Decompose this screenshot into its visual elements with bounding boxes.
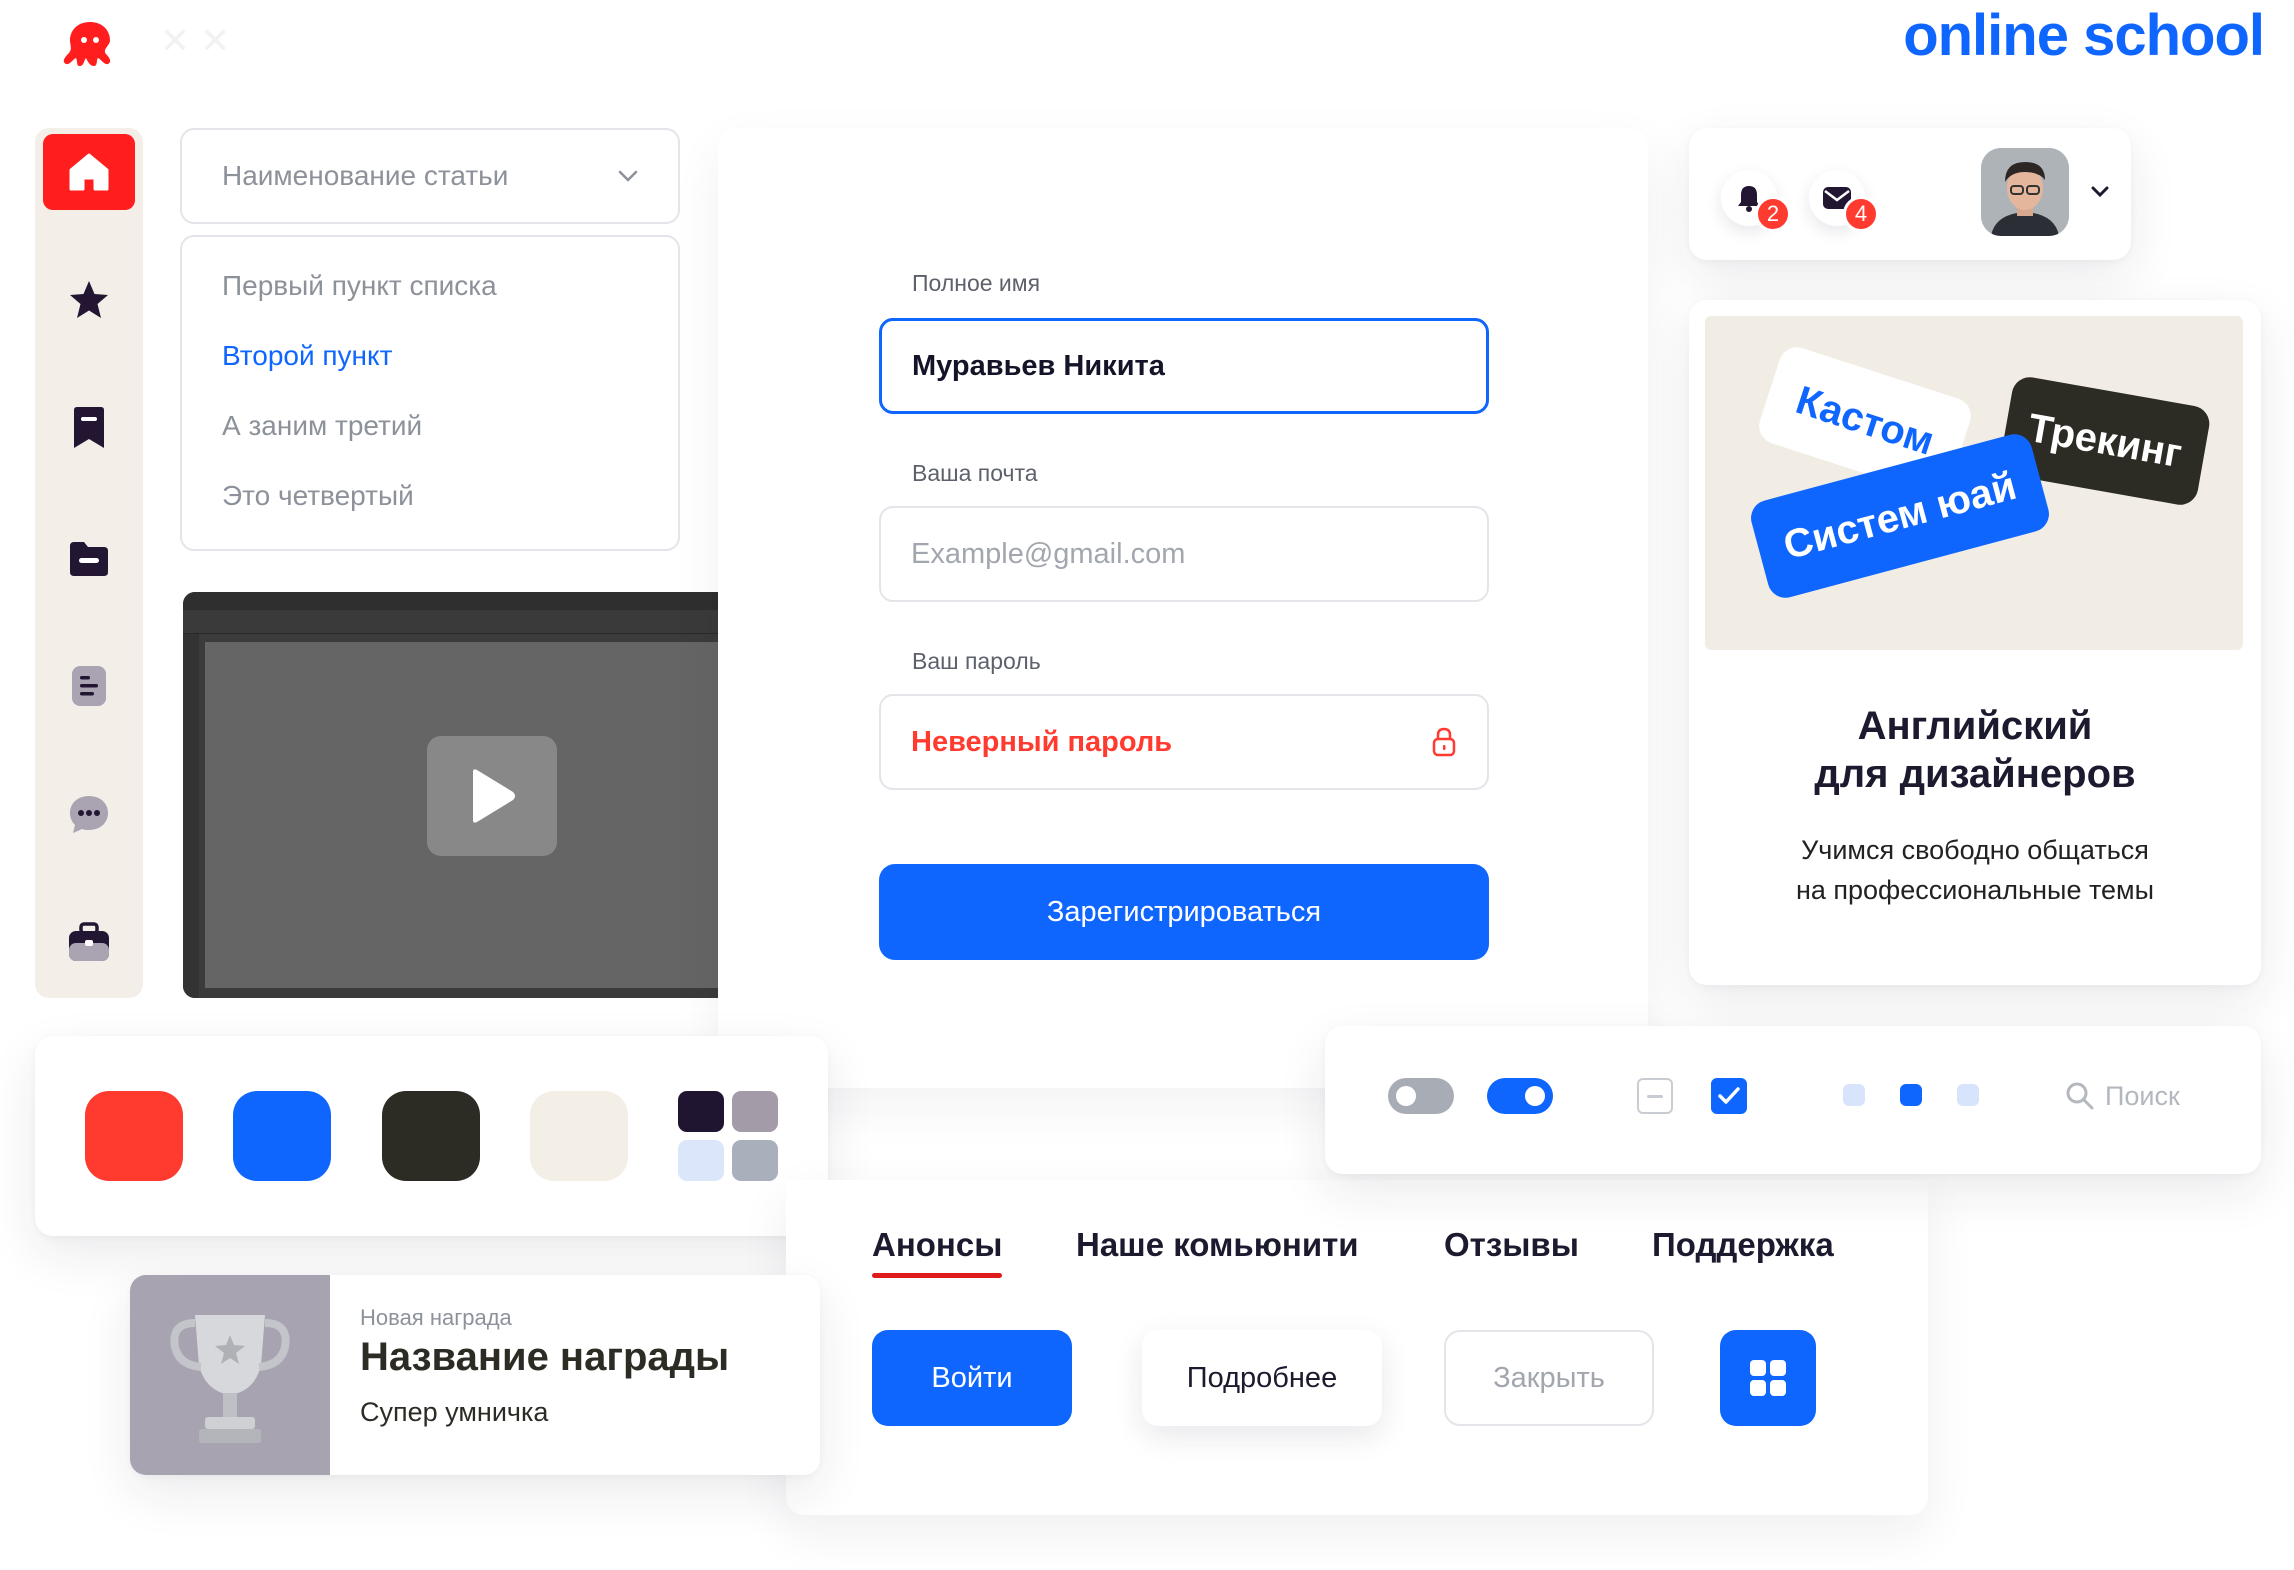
video-app-menubar	[183, 592, 797, 610]
mini-swatch	[678, 1091, 724, 1132]
search-field[interactable]: Поиск	[2065, 1076, 2180, 1116]
search-placeholder: Поиск	[2105, 1080, 2180, 1111]
chevron-down-icon	[618, 170, 638, 182]
toggle-knob	[1525, 1086, 1545, 1106]
email-input[interactable]: Example@gmail.com	[879, 506, 1489, 602]
full-name-input[interactable]: Муравьев Никита	[879, 318, 1489, 414]
indeterminate-mark	[1647, 1095, 1663, 1098]
course-card[interactable]: Кастом Трекинг Систем юай Английский для…	[1689, 300, 2261, 985]
tab-announcements[interactable]: Анонсы	[872, 1226, 1003, 1278]
chevron-down-icon[interactable]	[2091, 186, 2109, 198]
briefcase-icon	[69, 922, 109, 961]
trophy-icon	[170, 1315, 290, 1443]
user-header-card: 2 4	[1689, 128, 2131, 260]
sidebar-item-favorites[interactable]	[43, 262, 135, 338]
check-icon	[1718, 1087, 1740, 1104]
toggle-off[interactable]	[1388, 1078, 1454, 1114]
chat-icon	[70, 796, 108, 833]
sidebar-item-home[interactable]	[43, 134, 135, 210]
toggle-on[interactable]	[1487, 1078, 1553, 1114]
password-error-text: Неверный пароль	[911, 725, 1173, 758]
play-button[interactable]	[427, 736, 557, 856]
award-subtitle: Супер умничка	[360, 1397, 549, 1427]
tab-support[interactable]: Поддержка	[1652, 1226, 1834, 1264]
sidebar-item-bookmarks[interactable]	[43, 390, 135, 466]
pagination-dot-active[interactable]	[1900, 1084, 1922, 1106]
mini-swatch	[732, 1091, 778, 1132]
home-icon	[69, 153, 109, 191]
search-icon	[2066, 1082, 2094, 1110]
pagination-dot[interactable]	[1957, 1084, 1979, 1106]
article-select-options: Первый пункт списка Второй пункт А заним…	[180, 235, 680, 551]
email-placeholder: Example@gmail.com	[911, 537, 1186, 570]
full-name-label: Полное имя	[912, 270, 1041, 296]
article-select-placeholder: Наименование статьи	[222, 160, 509, 191]
video-player[interactable]	[183, 592, 797, 998]
login-button[interactable]: Войти	[872, 1330, 1072, 1426]
dropdown-option[interactable]: Это четвертый	[222, 473, 638, 543]
tab-reviews[interactable]: Отзывы	[1444, 1226, 1579, 1264]
sidebar-item-portfolio[interactable]	[43, 904, 135, 980]
dropdown-option-selected[interactable]: Второй пункт	[222, 333, 638, 403]
checkbox-indeterminate[interactable]	[1637, 1078, 1673, 1114]
swatch-dark[interactable]	[382, 1091, 480, 1181]
video-app-tools	[183, 634, 199, 998]
sidebar-item-chat[interactable]	[43, 776, 135, 852]
sidebar-item-folders[interactable]	[43, 520, 135, 596]
notifications-badge: 2	[1755, 196, 1791, 232]
award-card[interactable]: Новая награда Название награды Супер умн…	[130, 1275, 820, 1475]
video-app-toolbar	[183, 610, 797, 634]
checkbox-checked[interactable]	[1711, 1078, 1747, 1114]
course-illustration: Кастом Трекинг Систем юай	[1705, 316, 2243, 650]
course-description: Учимся свободно общаться на профессионал…	[1795, 835, 2155, 905]
swatch-beige[interactable]	[530, 1091, 628, 1181]
lock-icon	[1432, 727, 1456, 757]
tab-community[interactable]: Наше комьюнити	[1076, 1226, 1359, 1264]
logo-icon	[58, 18, 122, 68]
swatch-grid[interactable]	[678, 1091, 778, 1181]
brand-name[interactable]: online school	[1903, 2, 2265, 69]
mini-swatch	[732, 1140, 778, 1181]
swatch-red[interactable]	[85, 1091, 183, 1181]
mini-swatch	[678, 1140, 724, 1181]
password-input[interactable]: Неверный пароль	[879, 694, 1489, 790]
dropdown-option[interactable]: А заним третий	[222, 403, 638, 473]
avatar[interactable]	[1981, 148, 2069, 236]
bookmark-icon	[74, 407, 104, 448]
more-button[interactable]: Подробнее	[1142, 1330, 1382, 1426]
color-palette-card	[35, 1036, 828, 1236]
password-label: Ваш пароль	[912, 648, 1041, 674]
email-label: Ваша почта	[912, 460, 1038, 486]
sidebar	[35, 128, 143, 998]
grid-icon	[1750, 1360, 1786, 1396]
close-button[interactable]: Закрыть	[1444, 1330, 1654, 1426]
swatch-blue[interactable]	[233, 1091, 331, 1181]
register-button[interactable]: Зарегистрироваться	[879, 864, 1489, 960]
course-title: Английский для дизайнеров	[1814, 704, 2136, 796]
toggle-knob	[1396, 1086, 1416, 1106]
award-title: Название награды	[360, 1335, 730, 1379]
dropdown-option[interactable]: Первый пункт списка	[222, 263, 638, 333]
octopus-logo-wordmark: ✕ ✕	[160, 20, 231, 61]
star-icon	[70, 281, 108, 318]
play-icon	[473, 769, 515, 823]
full-name-value: Муравьев Никита	[912, 349, 1165, 382]
controls-card: Поиск	[1325, 1026, 2261, 1174]
document-icon	[72, 666, 106, 706]
sidebar-item-documents[interactable]	[43, 648, 135, 724]
tabs-panel: Анонсы Наше комьюнити Отзывы Поддержка В…	[786, 1180, 1928, 1515]
folder-icon	[70, 542, 108, 576]
award-image	[130, 1275, 330, 1475]
messages-badge: 4	[1843, 196, 1879, 232]
article-select[interactable]: Наименование статьи	[180, 128, 680, 224]
pagination-dot[interactable]	[1843, 1084, 1865, 1106]
grid-view-button[interactable]	[1720, 1330, 1816, 1426]
award-caption: Новая награда	[360, 1305, 512, 1330]
